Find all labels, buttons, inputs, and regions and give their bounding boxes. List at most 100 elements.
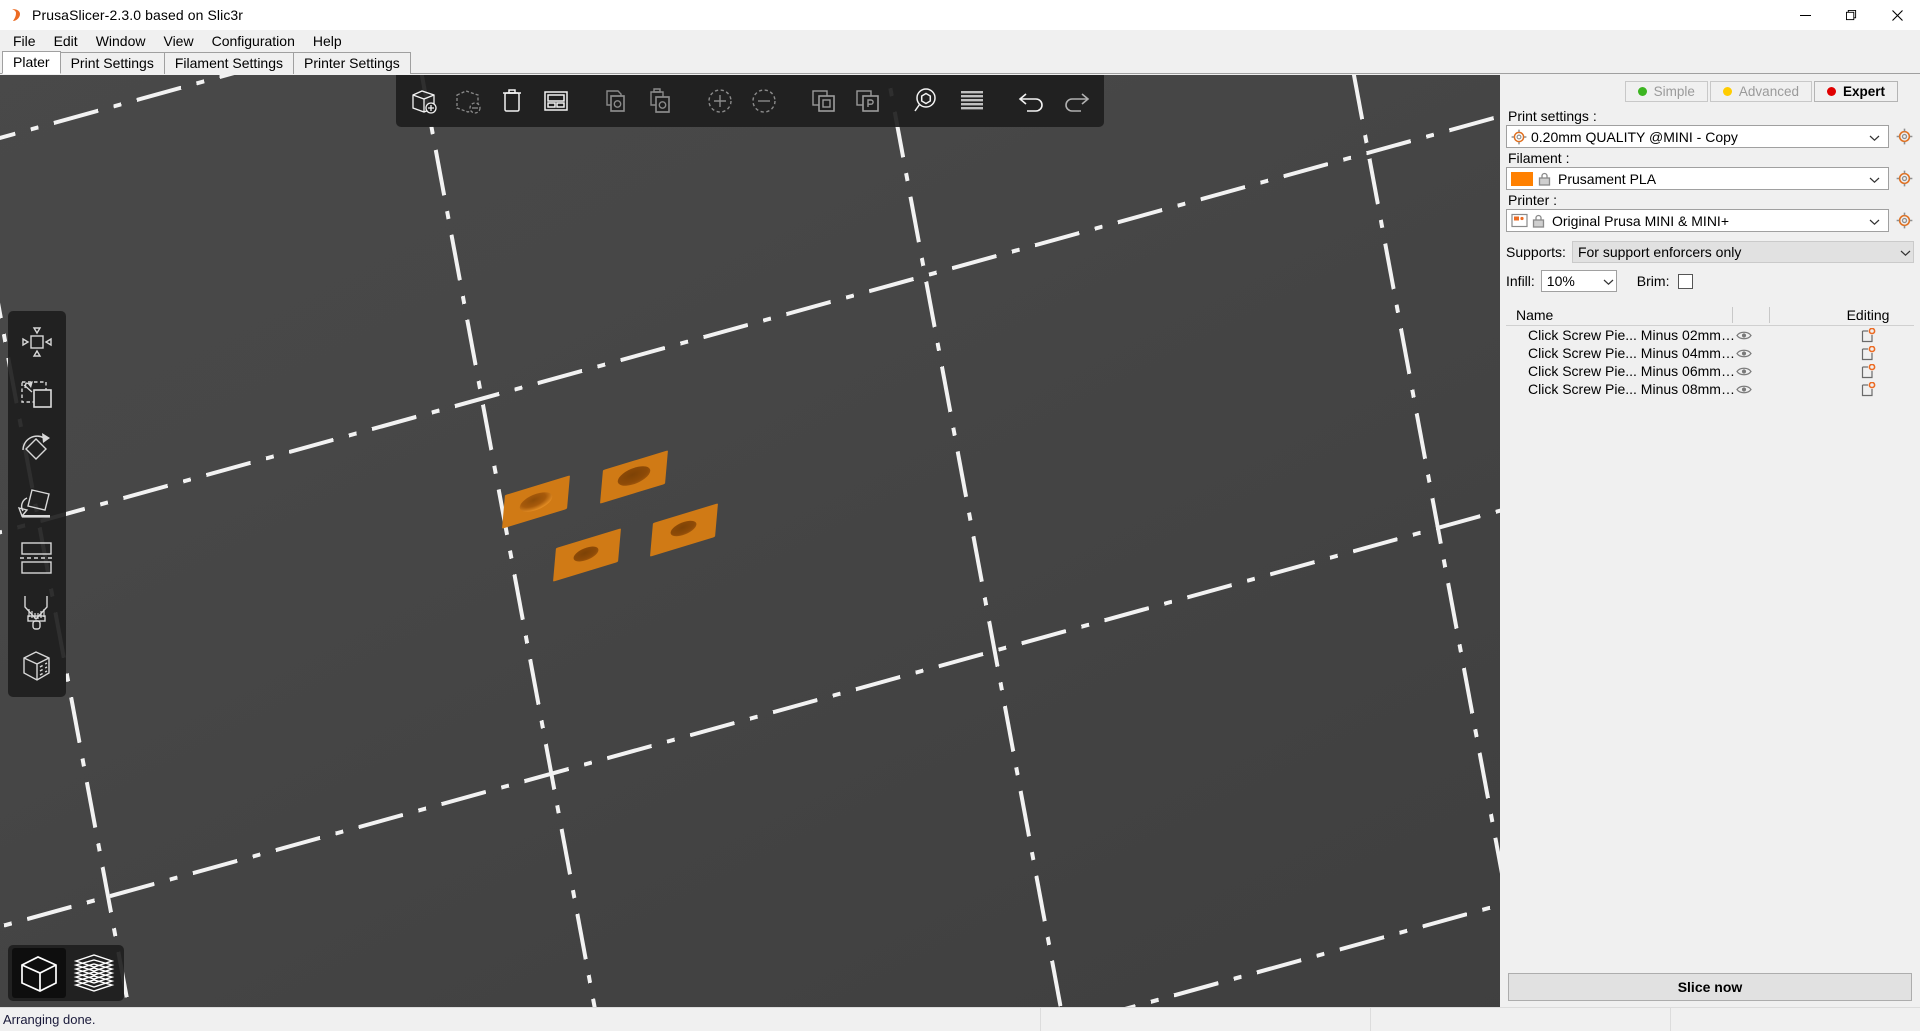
support-painting-gizmo-icon[interactable] — [11, 586, 63, 638]
tab-plater[interactable]: Plater — [2, 51, 61, 74]
toolbar-separator — [891, 80, 905, 122]
seam-painting-gizmo-icon[interactable] — [11, 640, 63, 692]
status-cell-extra — [1670, 1007, 1920, 1031]
print-settings-cog-icon — [1511, 129, 1527, 145]
title-bar: PrusaSlicer-2.3.0 based on Slic3r — [0, 0, 1920, 30]
printer-edit-cog-icon[interactable] — [1894, 211, 1914, 231]
column-divider — [1769, 306, 1770, 323]
minimize-icon[interactable] — [1782, 0, 1828, 30]
infill-label: Infill: — [1506, 273, 1535, 289]
menu-window[interactable]: Window — [87, 30, 155, 52]
eye-icon[interactable] — [1736, 348, 1772, 359]
menu-configuration[interactable]: Configuration — [203, 30, 304, 52]
eye-icon[interactable] — [1736, 384, 1772, 395]
menu-edit[interactable]: Edit — [45, 30, 87, 52]
undo-icon[interactable] — [1011, 80, 1053, 122]
object-settings-icon[interactable] — [1823, 363, 1914, 379]
object-list-row[interactable]: Click Screw Pie... Minus 08mm.stl — [1506, 380, 1914, 398]
filament-combo[interactable]: Prusament PLA — [1506, 167, 1889, 190]
mode-advanced-dot — [1722, 87, 1732, 96]
left-gizmo-toolbar — [8, 311, 66, 697]
filament-edit-cog-icon[interactable] — [1894, 169, 1914, 189]
add-instance-icon[interactable] — [699, 80, 741, 122]
status-cell-info — [1370, 1007, 1670, 1031]
supports-value: For support enforcers only — [1577, 244, 1742, 260]
3d-viewport[interactable]: ORIGINAL — [0, 75, 1500, 1007]
slice-now-button[interactable]: Slice now — [1508, 973, 1912, 1001]
build-plate-border — [0, 75, 1500, 1007]
mode-simple-label: Simple — [1653, 84, 1695, 99]
model-screw-plate-06mm[interactable] — [551, 521, 621, 596]
window-title: PrusaSlicer-2.3.0 based on Slic3r — [32, 7, 244, 23]
object-list-row[interactable]: Click Screw Pie... Minus 04mm.stl — [1506, 344, 1914, 362]
place-on-face-gizmo-icon[interactable] — [11, 478, 63, 530]
variable-layer-height-icon[interactable] — [951, 80, 993, 122]
supports-combo[interactable]: For support enforcers only — [1571, 241, 1914, 263]
object-list-row[interactable]: Click Screw Pie... Minus 06mm.stl — [1506, 362, 1914, 380]
mode-expert-button[interactable]: Expert — [1813, 81, 1898, 102]
preview-view-icon[interactable] — [66, 948, 120, 998]
mode-advanced-button[interactable]: Advanced — [1709, 81, 1812, 102]
tab-printer-settings[interactable]: Printer Settings — [293, 52, 411, 74]
object-settings-icon[interactable] — [1823, 327, 1914, 343]
search-icon[interactable] — [907, 80, 949, 122]
chevron-down-icon[interactable] — [1865, 213, 1886, 229]
model-screw-plate-08mm[interactable] — [648, 496, 718, 571]
object-name: Click Screw Pie... Minus 08mm.stl — [1528, 381, 1737, 397]
column-name: Name — [1516, 306, 1554, 323]
object-name: Click Screw Pie... Minus 04mm.stl — [1528, 345, 1737, 361]
print-settings-value: 0.20mm QUALITY @MINI - Copy — [1531, 128, 1738, 145]
add-icon[interactable] — [403, 80, 445, 122]
menu-view[interactable]: View — [154, 30, 202, 52]
paste-icon[interactable] — [639, 80, 681, 122]
tab-strip: Plater Print Settings Filament Settings … — [0, 51, 1920, 74]
close-icon[interactable] — [1874, 0, 1920, 30]
brim-checkbox[interactable] — [1678, 273, 1694, 289]
chevron-down-icon[interactable] — [1603, 273, 1614, 289]
print-settings-edit-cog-icon[interactable] — [1894, 127, 1914, 147]
prusa-logo-icon — [8, 7, 24, 23]
infill-combo[interactable]: 10% — [1540, 270, 1617, 292]
chevron-down-icon[interactable] — [1865, 129, 1886, 145]
delete-icon[interactable] — [447, 80, 489, 122]
printer-combo[interactable]: Original Prusa MINI & MINI+ — [1506, 209, 1889, 232]
chevron-down-icon[interactable] — [1900, 244, 1911, 260]
printer-row: Original Prusa MINI & MINI+ — [1506, 209, 1914, 232]
toolbar-separator — [995, 80, 1009, 122]
arrange-icon[interactable] — [535, 80, 577, 122]
print-settings-combo[interactable]: 0.20mm QUALITY @MINI - Copy — [1506, 125, 1889, 148]
eye-icon[interactable] — [1736, 366, 1772, 377]
mode-simple-dot — [1637, 87, 1647, 96]
mode-simple-button[interactable]: Simple — [1624, 81, 1708, 102]
build-plate: ORIGINAL — [0, 75, 1500, 1007]
menu-help[interactable]: Help — [304, 30, 351, 52]
editor-view-icon[interactable] — [12, 948, 66, 998]
cut-gizmo-icon[interactable] — [11, 532, 63, 584]
remove-instance-icon[interactable] — [743, 80, 785, 122]
status-bar: Arranging done. — [0, 1007, 1920, 1031]
chevron-down-icon[interactable] — [1865, 171, 1886, 187]
maximize-icon[interactable] — [1828, 0, 1874, 30]
object-settings-icon[interactable] — [1823, 381, 1914, 397]
printer-value: Original Prusa MINI & MINI+ — [1552, 212, 1729, 229]
object-list-row[interactable]: Click Screw Pie... Minus 02mm.stl — [1506, 326, 1914, 344]
redo-icon[interactable] — [1055, 80, 1097, 122]
tab-print-settings[interactable]: Print Settings — [59, 52, 165, 74]
mode-expert-label: Expert — [1842, 84, 1885, 99]
eye-icon[interactable] — [1736, 330, 1772, 341]
split-to-parts-icon[interactable] — [847, 80, 889, 122]
tab-filament-settings[interactable]: Filament Settings — [163, 52, 295, 74]
menu-file[interactable]: File — [4, 30, 45, 52]
object-settings-icon[interactable] — [1823, 345, 1914, 361]
window-controls — [1782, 0, 1920, 30]
infill-value: 10% — [1546, 273, 1575, 289]
toolbar-separator — [787, 80, 801, 122]
delete-all-icon[interactable] — [491, 80, 533, 122]
rotate-gizmo-icon[interactable] — [11, 424, 63, 476]
copy-icon[interactable] — [595, 80, 637, 122]
move-gizmo-icon[interactable] — [11, 316, 63, 368]
scale-gizmo-icon[interactable] — [11, 370, 63, 422]
object-list-panel: Name Editing Click Screw Pie... Minus 02… — [1506, 304, 1914, 967]
split-to-objects-icon[interactable] — [803, 80, 845, 122]
print-settings-row: 0.20mm QUALITY @MINI - Copy — [1506, 125, 1914, 148]
